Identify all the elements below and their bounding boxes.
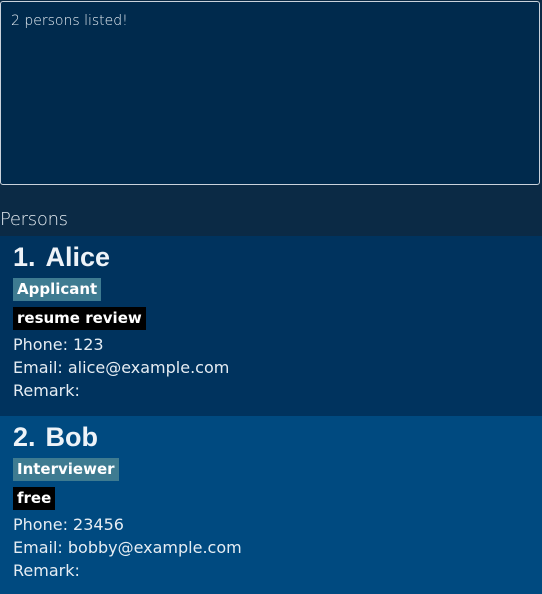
person-index: 1. (13, 242, 36, 272)
status-tag: free (13, 487, 56, 510)
app-window: 2 persons listed! Persons 1. Alice Applic… (0, 0, 542, 594)
person-list-panel: Persons 1. Alice Applicant resume review … (0, 195, 542, 594)
person-phone: Phone: 123 (13, 335, 104, 354)
status-tag: resume review (13, 307, 146, 330)
person-remark: Remark: (13, 381, 80, 400)
status-tag-row: resume review (13, 304, 529, 333)
result-message: 2 persons listed! (11, 13, 128, 29)
status-tag-row: free (13, 484, 529, 513)
role-tag: Applicant (13, 278, 102, 301)
person-card[interactable]: 2. Bob Interviewer free Phone: 23456 Emai… (0, 416, 542, 594)
person-phone: Phone: 23456 (13, 515, 124, 534)
person-name: Bob (45, 422, 99, 452)
person-list[interactable]: 1. Alice Applicant resume review Phone: 1… (0, 236, 542, 594)
person-list-title: Persons (0, 209, 68, 230)
result-display[interactable]: 2 persons listed! (0, 1, 540, 185)
person-index: 2. (13, 422, 36, 452)
person-remark: Remark: (13, 561, 80, 580)
person-name-line: 2. Bob (13, 419, 529, 455)
person-email: Email: bobby@example.com (13, 538, 242, 557)
person-name-line: 1. Alice (13, 239, 529, 275)
role-tag-row: Interviewer (13, 455, 529, 484)
role-tag-row: Applicant (13, 275, 529, 304)
person-name: Alice (45, 242, 111, 272)
person-email: Email: alice@example.com (13, 358, 230, 377)
person-card[interactable]: 1. Alice Applicant resume review Phone: 1… (0, 236, 542, 416)
role-tag: Interviewer (13, 458, 119, 481)
